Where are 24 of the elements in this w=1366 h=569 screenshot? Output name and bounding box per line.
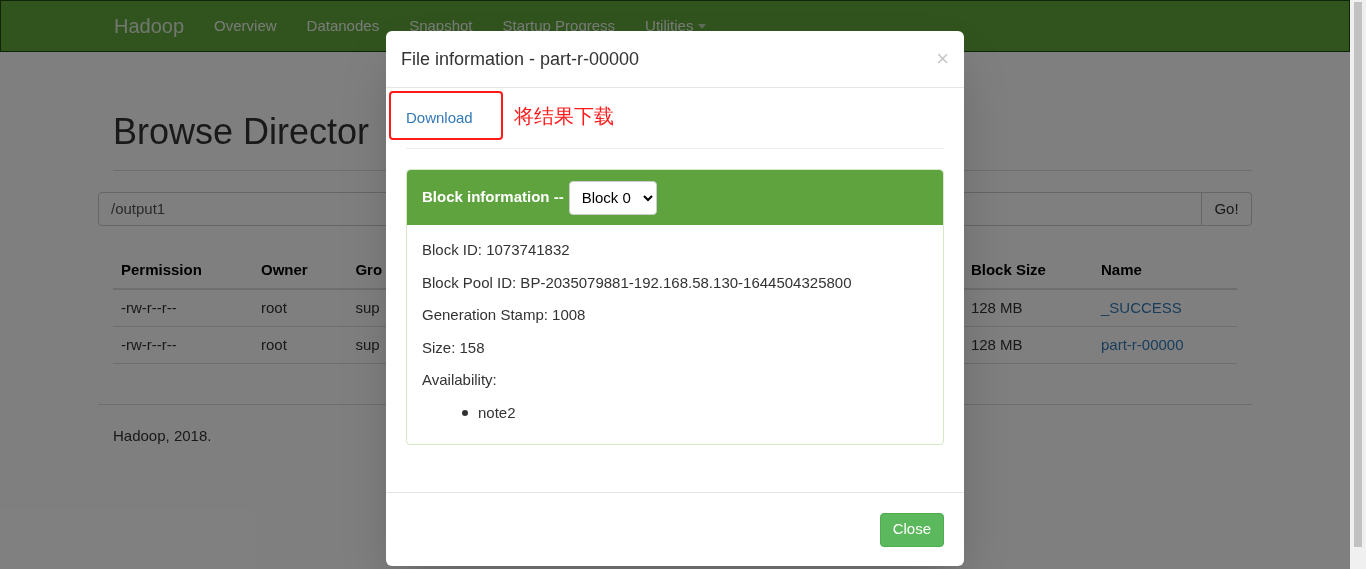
block-detail: Availability:: [422, 370, 498, 390]
column-header: Owner: [261, 261, 308, 278]
table-cell: sup: [355, 336, 380, 353]
annotation-text: 将结果下载: [514, 103, 614, 129]
column-header: Permission: [121, 261, 202, 278]
block-detail: Block ID: 1073741832: [422, 240, 571, 260]
block-detail: Size: 158: [422, 337, 486, 358]
panel-heading-text: Block information --: [422, 187, 564, 208]
modal-title: File information - part-r-00000: [401, 47, 640, 71]
column-header: Name: [1101, 261, 1142, 278]
column-header: Gro: [355, 261, 383, 278]
table-cell: root: [261, 336, 287, 353]
node-name: note2: [478, 402, 516, 423]
footer-text: Hadoop, 2018.: [113, 426, 213, 446]
table-cell: 128 MB: [970, 299, 1023, 316]
column-header: Block Size: [970, 261, 1046, 278]
block-detail: Generation Stamp: 1008: [422, 305, 587, 325]
table-cell: 128 MB: [970, 336, 1023, 353]
table-cell: sup: [355, 299, 380, 316]
table-cell: -rw-r--r--: [121, 336, 177, 353]
page-title: Browse Director: [113, 112, 370, 152]
table-cell: root: [261, 299, 287, 316]
block-detail: Block Pool ID: BP-2035079881-192.168.58.130-1644504325800: [422, 272, 853, 293]
table-cell: -rw-r--r--: [121, 299, 177, 316]
